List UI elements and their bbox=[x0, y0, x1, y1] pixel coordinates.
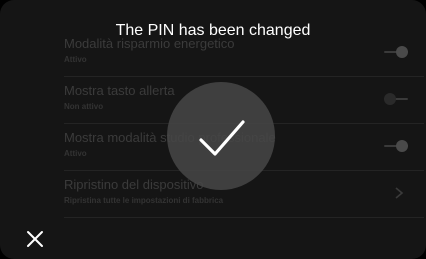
chevron-right-icon bbox=[392, 185, 406, 201]
pin-changed-screen: Modalità risparmio energetico Attivo Mos… bbox=[0, 0, 426, 259]
checkmark-icon bbox=[199, 120, 245, 156]
setting-title: Mostra tasto allerta bbox=[64, 83, 175, 98]
setting-status: Non attivo bbox=[64, 102, 104, 111]
close-button[interactable] bbox=[24, 228, 46, 250]
pin-changed-message: The PIN has been changed bbox=[115, 22, 311, 39]
setting-status: Ripristina tutte le impostazioni di fabb… bbox=[64, 196, 224, 205]
alert-button-toggle[interactable] bbox=[384, 93, 408, 105]
setting-status: Attivo bbox=[64, 55, 87, 64]
success-indicator bbox=[167, 82, 275, 190]
studio-mode-toggle[interactable] bbox=[384, 140, 408, 152]
energy-saving-toggle[interactable] bbox=[384, 46, 408, 58]
setting-status: Attivo bbox=[64, 149, 87, 158]
close-icon bbox=[27, 231, 43, 247]
